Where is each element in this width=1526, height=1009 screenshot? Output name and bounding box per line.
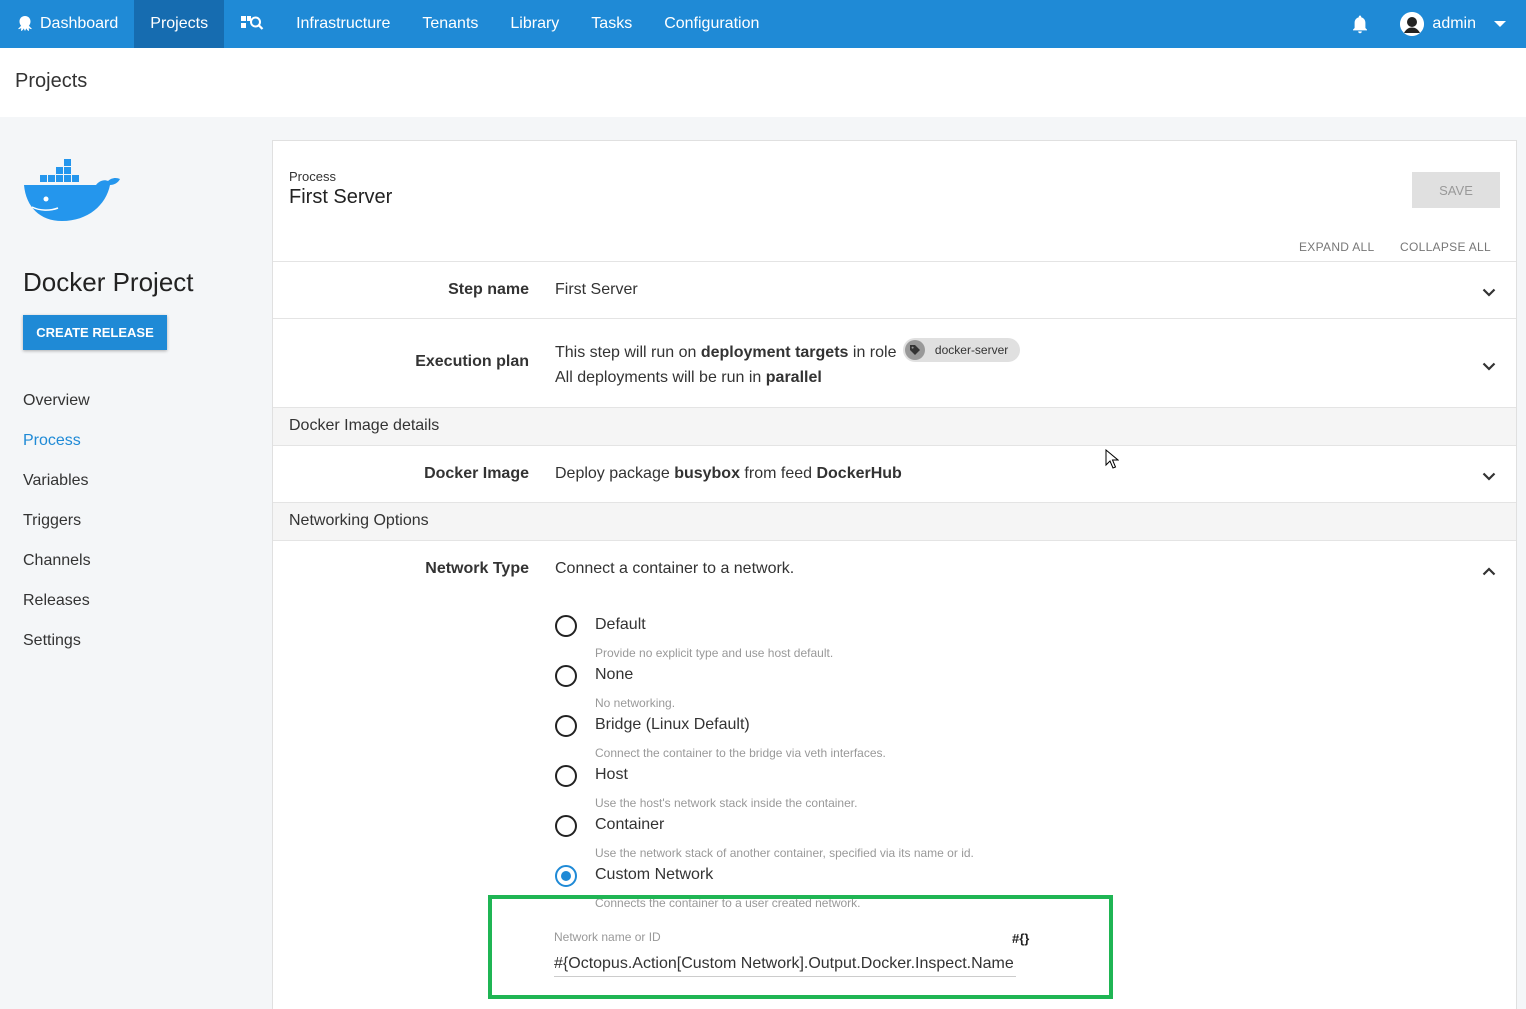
sidebar: Docker Project CREATE RELEASE Overview P… <box>0 117 272 1009</box>
page-header: Projects <box>0 48 1526 117</box>
octopus-icon <box>16 15 34 33</box>
project-name: Docker Project <box>23 267 194 297</box>
sidebar-item-variables[interactable]: Variables <box>23 469 91 509</box>
radio-desc: Use the network stack of another contain… <box>595 846 974 860</box>
step-name-row[interactable]: Step name First Server <box>273 261 1516 318</box>
docker-image-text: Deploy package <box>555 465 675 482</box>
nav-infrastructure-label: Infrastructure <box>296 15 391 32</box>
sidebar-item-settings[interactable]: Settings <box>23 629 91 669</box>
network-type-summary: Connect a container to a network. <box>555 560 795 577</box>
step-name-label: Step name <box>448 281 529 298</box>
plan-targets: deployment targets <box>700 344 849 362</box>
nav-tasks-label: Tasks <box>591 15 633 32</box>
create-release-button[interactable]: CREATE RELEASE <box>23 315 167 350</box>
chevron-down-icon[interactable] <box>1482 284 1496 302</box>
docker-feed: DockerHub <box>816 465 902 482</box>
user-name: admin <box>1432 15 1476 32</box>
collapse-all-button[interactable]: COLLAPSE ALL <box>1400 240 1491 254</box>
plan-text: This step will run on <box>555 344 701 362</box>
save-button[interactable]: SAVE <box>1412 172 1500 208</box>
mouse-cursor-icon <box>1105 448 1120 474</box>
nav-dashboard-label: Dashboard <box>40 15 119 32</box>
sidebar-item-process[interactable]: Process <box>23 429 91 469</box>
process-card: Process First Server SAVE EXPAND ALL COL… <box>272 140 1517 1009</box>
radio-label: Custom Network <box>595 866 714 883</box>
breadcrumb[interactable]: Process <box>289 169 336 184</box>
project-nav: Overview Process Variables Triggers Chan… <box>23 389 91 669</box>
tag-icon <box>904 340 925 360</box>
nav-configuration-label: Configuration <box>664 15 760 32</box>
plan-text2: All deployments will be run in <box>555 369 766 386</box>
nav-configuration[interactable]: Configuration <box>648 0 775 48</box>
page-title: Projects <box>15 70 88 92</box>
step-name-value: First Server <box>555 281 638 298</box>
nav-tenants[interactable]: Tenants <box>406 0 494 48</box>
radio-desc: Use the host's network stack inside the … <box>595 796 858 810</box>
plan-text-role: in role <box>848 344 897 362</box>
nav-tasks[interactable]: Tasks <box>575 0 648 48</box>
chevron-down-icon <box>1494 15 1506 33</box>
docker-logo <box>22 157 122 228</box>
role-tag: docker-server <box>902 338 1021 362</box>
nav-library[interactable]: Library <box>494 0 575 48</box>
highlight-box <box>488 895 1113 999</box>
docker-image-section: Docker Image details <box>273 407 1516 445</box>
radio-desc: Provide no explicit type and use host de… <box>595 646 834 660</box>
chevron-down-icon[interactable] <box>1482 468 1496 486</box>
radio-label: None <box>595 666 634 683</box>
search-icon <box>240 13 264 36</box>
execution-plan-line2: All deployments will be run in parallel <box>555 369 822 387</box>
chevron-up-icon[interactable] <box>1482 563 1496 581</box>
nav-tenants-label: Tenants <box>422 15 479 32</box>
execution-plan-label: Execution plan <box>415 353 529 370</box>
sidebar-item-channels[interactable]: Channels <box>23 549 91 589</box>
nav-right: admin <box>1340 0 1526 48</box>
step-title: First Server <box>289 186 393 208</box>
docker-package: busybox <box>674 465 740 482</box>
nav-infrastructure[interactable]: Infrastructure <box>280 0 406 48</box>
sidebar-item-overview[interactable]: Overview <box>23 389 91 429</box>
radio-host[interactable] <box>555 765 577 787</box>
radio-desc: No networking. <box>595 696 676 710</box>
radio-label: Host <box>595 766 628 783</box>
nav-projects-label: Projects <box>150 15 209 32</box>
docker-image-label: Docker Image <box>424 465 529 482</box>
radio-label: Default <box>595 616 646 633</box>
nav-dashboard[interactable]: Dashboard <box>0 0 134 48</box>
radio-none[interactable] <box>555 665 577 687</box>
radio-bridge[interactable] <box>555 715 577 737</box>
docker-image-value: Deploy package busybox from feed DockerH… <box>555 465 902 483</box>
nav-projects[interactable]: Projects <box>134 0 225 48</box>
section-title: Networking Options <box>289 512 429 529</box>
radio-label: Bridge (Linux Default) <box>595 716 750 733</box>
expand-all-button[interactable]: EXPAND ALL <box>1299 240 1374 254</box>
top-nav: Dashboard Projects Infrastructure Tenant… <box>0 0 1526 48</box>
radio-label: Container <box>595 816 665 833</box>
execution-plan-line1: This step will run on deployment targets… <box>555 338 1021 365</box>
role-tag-label: docker-server <box>934 343 1009 357</box>
nav-search[interactable] <box>224 0 280 48</box>
plan-parallel: parallel <box>765 369 822 386</box>
radio-custom-network[interactable] <box>555 865 577 887</box>
section-title: Docker Image details <box>289 417 440 434</box>
docker-image-text2: from feed <box>739 465 817 482</box>
chevron-down-icon[interactable] <box>1482 358 1496 376</box>
network-type-label: Network Type <box>425 560 529 577</box>
radio-default[interactable] <box>555 615 577 637</box>
docker-image-row[interactable]: Docker Image Deploy package busybox from… <box>273 445 1516 502</box>
radio-container[interactable] <box>555 815 577 837</box>
avatar <box>1400 12 1425 36</box>
sidebar-item-releases[interactable]: Releases <box>23 589 91 629</box>
networking-section: Networking Options <box>273 502 1516 540</box>
radio-desc: Connect the container to the bridge via … <box>595 746 886 760</box>
nav-library-label: Library <box>510 15 560 32</box>
user-menu[interactable]: admin <box>1400 12 1506 36</box>
execution-plan-row[interactable]: Execution plan This step will run on dep… <box>273 318 1516 407</box>
sidebar-item-triggers[interactable]: Triggers <box>23 509 91 549</box>
bell-icon[interactable] <box>1340 14 1380 34</box>
